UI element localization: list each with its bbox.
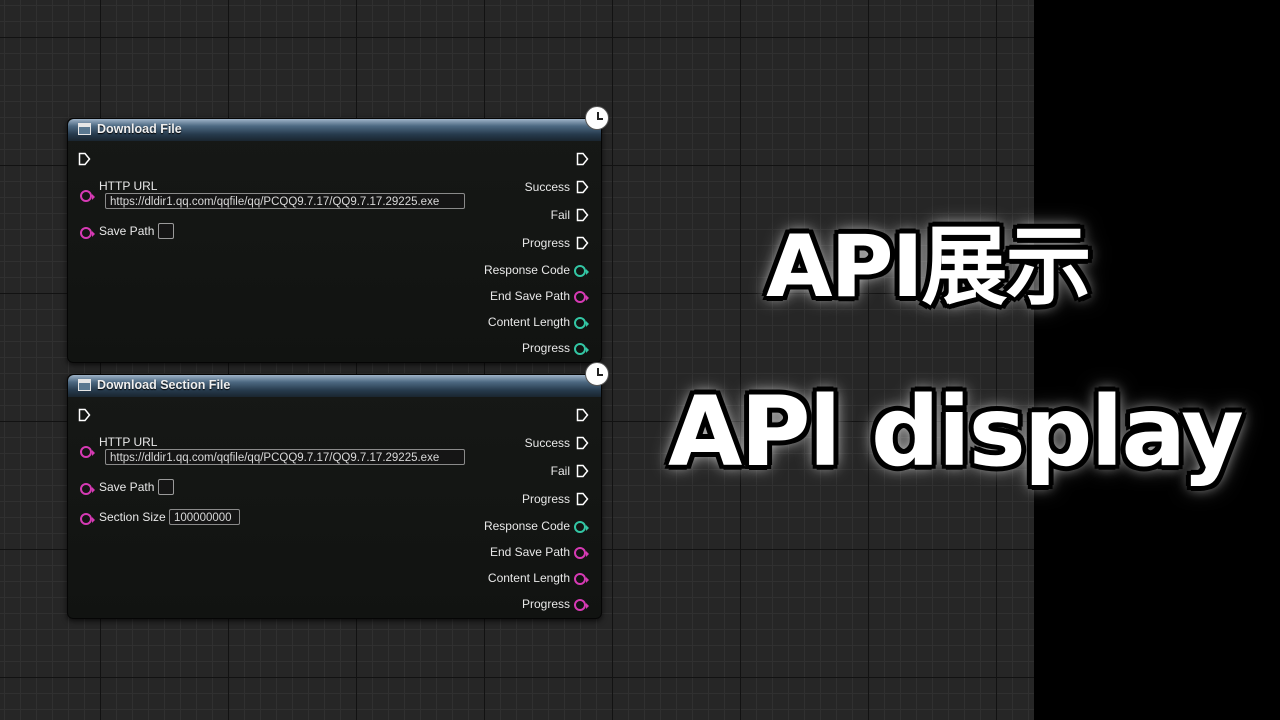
exec-out-pin-icon[interactable] (576, 408, 589, 422)
overlay-title-en: APl display (668, 376, 1244, 488)
download-section-file-node[interactable]: Download Section File HTTP URL https://d… (67, 374, 602, 619)
output-progress-exec-label: Progress (521, 236, 570, 250)
exec-fail-pin-icon[interactable] (576, 464, 589, 478)
save-path-pin-icon[interactable] (80, 483, 95, 495)
output-fail-label: Fail (550, 208, 570, 222)
progress-pin-icon[interactable] (574, 599, 589, 611)
output-response-code-label: Response Code (483, 519, 570, 533)
http-url-pin-icon[interactable] (80, 446, 95, 458)
response-code-pin-icon[interactable] (574, 265, 589, 277)
output-response-code-label: Response Code (483, 263, 570, 277)
output-end-save-path-label: End Save Path (489, 545, 570, 559)
save-path-pin-icon[interactable] (80, 227, 95, 239)
end-save-path-pin-icon[interactable] (574, 547, 589, 559)
save-path-checkbox[interactable] (158, 223, 174, 239)
output-success-label: Success (524, 436, 570, 450)
http-url-input[interactable]: https://dldir1.qq.com/qqfile/qq/PCQQ9.7.… (105, 193, 465, 209)
section-size-label: Section Size (99, 510, 166, 524)
output-progress-label: Progress (521, 341, 570, 355)
output-progress-label: Progress (521, 597, 570, 611)
function-icon (78, 123, 91, 135)
node-title: Download File (97, 122, 182, 136)
node-title: Download Section File (97, 378, 231, 392)
latent-clock-icon (585, 106, 609, 130)
http-url-label: HTTP URL (99, 435, 158, 449)
exec-fail-pin-icon[interactable] (576, 208, 589, 222)
overlay-title-cn: API展示 (766, 217, 1092, 317)
progress-pin-icon[interactable] (574, 343, 589, 355)
save-path-label: Save Path (99, 480, 155, 494)
http-url-pin-icon[interactable] (80, 190, 95, 202)
output-fail-label: Fail (550, 464, 570, 478)
node-header[interactable]: Download File (68, 119, 601, 141)
end-save-path-pin-icon[interactable] (574, 291, 589, 303)
save-path-checkbox[interactable] (158, 479, 174, 495)
output-content-length-label: Content Length (487, 315, 570, 329)
node-header[interactable]: Download Section File (68, 375, 601, 397)
latent-clock-icon (585, 362, 609, 386)
download-file-node[interactable]: Download File HTTP URL https://dldir1.qq… (67, 118, 602, 363)
function-icon (78, 379, 91, 391)
section-size-input[interactable]: 100000000 (169, 509, 240, 525)
output-end-save-path-label: End Save Path (489, 289, 570, 303)
exec-in-pin-icon[interactable] (78, 152, 91, 166)
content-length-pin-icon[interactable] (574, 573, 589, 585)
section-size-pin-icon[interactable] (80, 513, 95, 525)
http-url-input[interactable]: https://dldir1.qq.com/qqfile/qq/PCQQ9.7.… (105, 449, 465, 465)
response-code-pin-icon[interactable] (574, 521, 589, 533)
save-path-label: Save Path (99, 224, 155, 238)
exec-success-pin-icon[interactable] (576, 180, 589, 194)
output-progress-exec-label: Progress (521, 492, 570, 506)
http-url-label: HTTP URL (99, 179, 158, 193)
blueprint-graph-canvas[interactable]: Download File HTTP URL https://dldir1.qq… (0, 0, 1034, 720)
exec-success-pin-icon[interactable] (576, 436, 589, 450)
output-success-label: Success (524, 180, 570, 194)
exec-in-pin-icon[interactable] (78, 408, 91, 422)
content-length-pin-icon[interactable] (574, 317, 589, 329)
exec-out-pin-icon[interactable] (576, 152, 589, 166)
exec-progress-pin-icon[interactable] (576, 236, 589, 250)
exec-progress-pin-icon[interactable] (576, 492, 589, 506)
output-content-length-label: Content Length (487, 571, 570, 585)
